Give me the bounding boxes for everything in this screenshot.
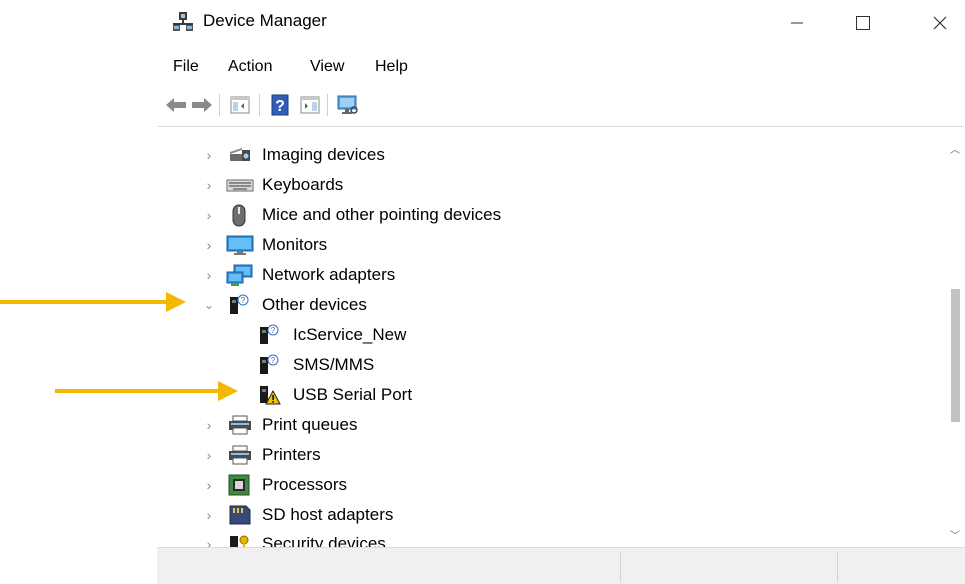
toolbar-separator xyxy=(259,94,260,116)
status-separator xyxy=(837,552,838,582)
device-tree: › Imaging devices › Keyboards › Mice and… xyxy=(158,126,964,548)
security-key-icon xyxy=(228,533,250,548)
menu-action[interactable]: Action xyxy=(228,58,272,76)
svg-text:?: ? xyxy=(271,356,276,365)
toolbar-separator xyxy=(327,94,328,116)
tree-item-label: SMS/MMS xyxy=(293,355,375,374)
tree-item-usb-serial-port[interactable]: USB Serial Port xyxy=(158,381,938,409)
tree-item-print-queues[interactable]: › Print queues xyxy=(158,411,938,439)
tree-item-processors[interactable]: › Processors xyxy=(158,471,938,499)
scan-hardware-changes-button[interactable] xyxy=(335,92,361,118)
chevron-right-icon[interactable]: › xyxy=(202,411,216,439)
chevron-right-icon[interactable]: › xyxy=(202,501,216,529)
annotation-arrowhead-usb-serial-port xyxy=(218,381,238,401)
tree-item-label: Printers xyxy=(262,445,321,464)
title-bar: Device Manager xyxy=(157,0,965,46)
unknown-device-icon: ? xyxy=(228,294,250,316)
help-button[interactable]: ? xyxy=(267,92,293,118)
tree-item-monitors[interactable]: › Monitors xyxy=(158,231,938,259)
annotation-arrow-usb-serial-port xyxy=(55,389,221,393)
back-arrow-icon xyxy=(166,98,186,112)
back-button[interactable] xyxy=(163,92,189,118)
device-manager-window: Device Manager File Action View Help ? ›… xyxy=(157,0,965,584)
tree-item-label: Monitors xyxy=(262,235,328,254)
menu-help[interactable]: Help xyxy=(375,58,408,76)
tree-item-sms-mms[interactable]: ? SMS/MMS xyxy=(158,351,938,379)
tree-item-label: SD host adapters xyxy=(262,505,394,524)
menu-bar: File Action View Help xyxy=(157,56,965,82)
annotation-arrow-other-devices xyxy=(0,300,168,304)
tree-item-sd-host-adapters[interactable]: › SD host adapters xyxy=(158,501,938,529)
svg-text:?: ? xyxy=(241,296,246,305)
scrollbar-thumb[interactable] xyxy=(951,289,960,422)
scan-monitor-icon xyxy=(337,95,358,114)
chevron-right-icon[interactable]: › xyxy=(202,231,216,259)
minimize-button[interactable] xyxy=(774,6,820,40)
tree-item-label: Network adapters xyxy=(262,265,396,284)
toolbar: ? xyxy=(157,90,965,122)
warning-device-icon xyxy=(258,384,281,406)
scroll-up-arrow-icon[interactable]: ︿ xyxy=(949,141,961,156)
chevron-right-icon[interactable]: › xyxy=(202,471,216,499)
action-pane-icon xyxy=(300,96,320,114)
tree-item-label: Keyboards xyxy=(262,175,344,194)
tree-item-printers[interactable]: › Printers xyxy=(158,441,938,469)
tree-item-network-adapters[interactable]: › Network adapters xyxy=(158,261,938,289)
vertical-scrollbar[interactable]: ︿ ﹀ xyxy=(946,127,964,548)
tree-item-label: Other devices xyxy=(262,295,367,314)
tree-item-keyboards[interactable]: › Keyboards xyxy=(158,171,938,199)
maximize-button[interactable] xyxy=(840,6,886,40)
tree-item-security-devices[interactable]: › Security devices xyxy=(158,530,938,548)
keyboard-icon xyxy=(226,174,254,196)
camera-icon xyxy=(228,144,250,166)
tree-item-label: USB Serial Port xyxy=(293,385,413,404)
chevron-down-icon[interactable]: ⌄ xyxy=(202,291,216,319)
tree-item-imaging-devices[interactable]: › Imaging devices xyxy=(158,141,938,169)
tree-item-label: IcService_New xyxy=(293,325,407,344)
chevron-right-icon[interactable]: › xyxy=(202,141,216,169)
show-action-pane-button[interactable] xyxy=(297,92,323,118)
chevron-right-icon[interactable]: › xyxy=(202,171,216,199)
svg-text:?: ? xyxy=(275,98,285,115)
chevron-right-icon[interactable]: › xyxy=(202,441,216,469)
unknown-device-icon: ? xyxy=(258,354,280,376)
sd-card-icon xyxy=(228,504,251,526)
help-question-icon: ? xyxy=(271,94,289,116)
scroll-down-arrow-icon[interactable]: ﹀ xyxy=(949,527,961,542)
tree-item-mice[interactable]: › Mice and other pointing devices xyxy=(158,201,938,229)
show-hide-console-tree-button[interactable] xyxy=(227,92,253,118)
mouse-icon xyxy=(230,204,252,227)
status-separator xyxy=(620,552,621,582)
unknown-device-icon: ? xyxy=(258,324,280,346)
forward-button[interactable] xyxy=(189,92,215,118)
menu-file[interactable]: File xyxy=(173,58,199,76)
annotation-arrowhead-other-devices xyxy=(166,292,186,312)
printer-icon xyxy=(228,444,251,466)
tree-item-label: Security devices xyxy=(262,534,386,548)
processor-icon xyxy=(228,474,250,496)
window-title: Device Manager xyxy=(203,11,327,30)
menu-view[interactable]: View xyxy=(310,58,344,76)
svg-text:?: ? xyxy=(271,326,276,335)
forward-arrow-icon xyxy=(192,98,212,112)
monitor-icon xyxy=(226,234,254,256)
tree-item-icservice-new[interactable]: ? IcService_New xyxy=(158,321,938,349)
tree-item-other-devices[interactable]: ⌄ ? Other devices xyxy=(158,291,938,319)
chevron-right-icon[interactable]: › xyxy=(202,201,216,229)
tree-item-label: Imaging devices xyxy=(262,145,385,164)
status-bar xyxy=(157,547,965,584)
tree-item-label: Print queues xyxy=(262,415,358,434)
console-tree-icon xyxy=(230,96,250,114)
tree-item-label: Mice and other pointing devices xyxy=(262,205,502,224)
device-manager-app-icon xyxy=(172,11,194,33)
printer-icon xyxy=(228,414,251,436)
close-button[interactable] xyxy=(917,6,963,40)
chevron-right-icon[interactable]: › xyxy=(202,530,216,548)
toolbar-separator xyxy=(219,94,220,116)
network-icon xyxy=(226,264,253,286)
chevron-right-icon[interactable]: › xyxy=(202,261,216,289)
tree-item-label: Processors xyxy=(262,475,348,494)
